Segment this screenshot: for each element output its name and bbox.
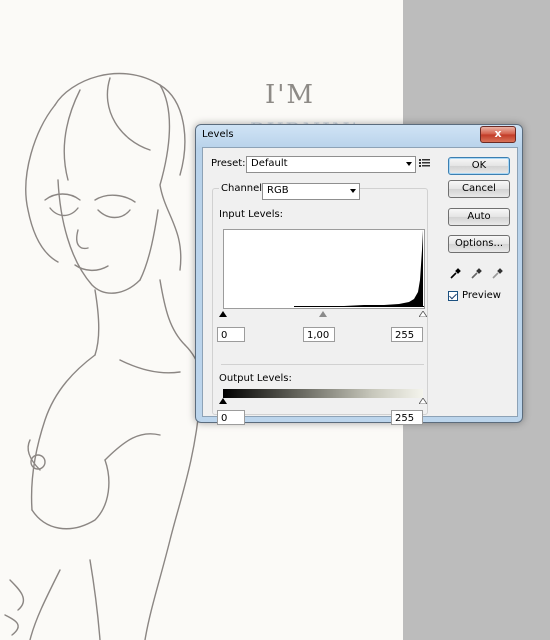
preset-dropdown[interactable]: Default (246, 156, 416, 173)
section-divider (221, 364, 424, 365)
output-black-field[interactable]: 0 (217, 410, 245, 425)
histogram (223, 229, 425, 309)
auto-button[interactable]: Auto (448, 208, 510, 226)
channel-label: Channel: (219, 183, 268, 194)
output-white-field[interactable]: 255 (391, 410, 423, 425)
ok-button[interactable]: OK (448, 157, 510, 175)
input-gamma-field[interactable]: 1,00 (303, 327, 335, 342)
input-black-field[interactable]: 0 (217, 327, 245, 342)
output-white-point-handle[interactable] (419, 398, 427, 404)
gray-eyedropper-icon[interactable] (470, 268, 482, 280)
preview-label: Preview (462, 290, 501, 301)
levels-dialog: Levels x Preset: Default Channel: RGB In… (195, 124, 523, 425)
input-levels-slider[interactable] (219, 309, 427, 319)
preset-options-icon[interactable] (419, 157, 431, 169)
input-levels-label: Input Levels: (219, 209, 284, 220)
preset-label: Preset: (211, 158, 246, 169)
cancel-button[interactable]: Cancel (448, 180, 510, 198)
chevron-down-icon (406, 162, 412, 166)
options-button[interactable]: Options... (448, 235, 510, 253)
preset-value: Default (251, 158, 288, 169)
preview-checkbox[interactable] (448, 291, 458, 301)
input-white-point-handle[interactable] (419, 311, 427, 317)
sketch-caption: I'M (264, 80, 316, 110)
black-eyedropper-icon[interactable] (449, 268, 461, 280)
channel-value: RGB (267, 185, 289, 196)
levels-group: Channel: RGB Input Levels: 0 1,00 255 Ou… (212, 183, 428, 425)
dialog-titlebar[interactable]: Levels x (196, 125, 522, 145)
dialog-title: Levels (202, 129, 234, 140)
chevron-down-icon (350, 189, 356, 193)
output-levels-slider[interactable] (219, 398, 427, 408)
close-button[interactable]: x (480, 126, 516, 143)
histogram-graph (294, 230, 424, 307)
channel-dropdown[interactable]: RGB (262, 183, 360, 200)
dialog-content: Preset: Default Channel: RGB Input Level… (202, 147, 518, 425)
input-gamma-handle[interactable] (319, 311, 327, 317)
output-levels-label: Output Levels: (219, 373, 292, 384)
output-black-point-handle[interactable] (219, 398, 227, 404)
white-eyedropper-icon[interactable] (491, 268, 503, 280)
output-gradient-bar (223, 389, 423, 398)
input-white-field[interactable]: 255 (391, 327, 423, 342)
input-black-point-handle[interactable] (219, 311, 227, 317)
